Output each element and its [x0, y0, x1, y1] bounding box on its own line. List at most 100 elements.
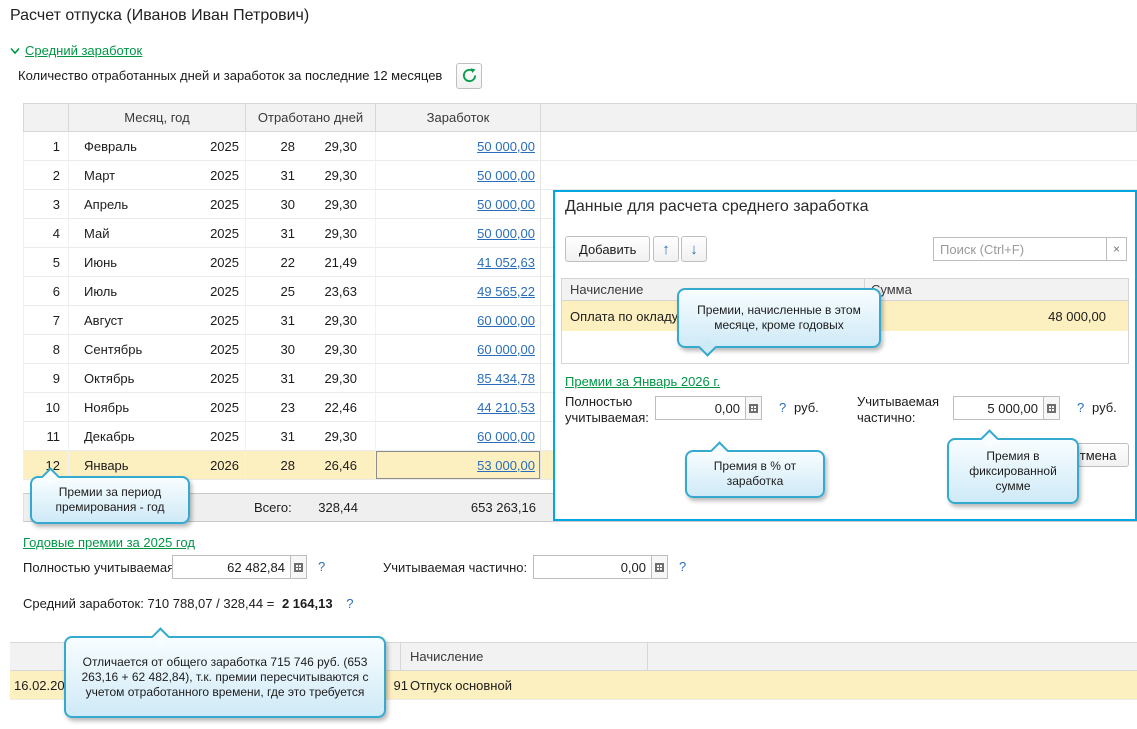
callout-premium-period: Премии за период премирования - год: [30, 467, 190, 524]
annual-partial-input[interactable]: [533, 555, 651, 579]
annual-premiums-link[interactable]: Годовые премии за 2025 год: [23, 535, 195, 550]
calculator-button[interactable]: [651, 555, 668, 579]
column-header-sum: Сумма: [864, 279, 1128, 300]
annual-partial-label: Учитываемая частично:: [383, 560, 528, 575]
earnings-link[interactable]: 50 000,00: [477, 226, 535, 241]
table-row[interactable]: 2 Март 2025 31 29,30 50 000,00: [23, 161, 1137, 190]
days-cell: 31: [280, 370, 295, 386]
coeff-cell: 29,30: [311, 335, 376, 363]
earnings-cell: 41 052,63: [376, 248, 541, 276]
column-header-worked-days: Отработано дней: [246, 104, 376, 131]
month-cell: Январь: [84, 457, 129, 473]
add-button[interactable]: Добавить: [565, 236, 651, 262]
earnings-link[interactable]: 44 210,53: [477, 400, 535, 415]
dialog-title: Данные для расчета среднего заработка: [565, 198, 869, 215]
days-cell: 31: [280, 225, 295, 241]
vacation-calculation-window: Расчет отпуска (Иванов Иван Петрович) Ср…: [0, 0, 1137, 729]
help-icon[interactable]: ?: [779, 400, 786, 415]
year-cell: 2026: [191, 451, 246, 479]
callout-text: Премии, начисленные в этом месяце, кроме…: [697, 303, 861, 332]
earnings-cell: 60 000,00: [376, 335, 541, 363]
average-earnings-text: Средний заработок: 710 788,07 / 328,44 =: [23, 596, 275, 611]
refresh-button[interactable]: [456, 62, 483, 89]
average-earnings-line: Средний заработок: 710 788,07 / 328,44 =…: [23, 596, 353, 611]
coeff-cell: 29,30: [311, 132, 376, 160]
earnings-link[interactable]: 60 000,00: [477, 342, 535, 357]
month-cell: Декабрь: [84, 428, 135, 444]
callout-tail: [151, 627, 170, 646]
search-input[interactable]: [933, 237, 1107, 261]
coeff-cell: 29,30: [311, 422, 376, 450]
row-number-cell: 10: [24, 393, 69, 421]
search-box: ×: [933, 237, 1127, 261]
row-number-cell: 11: [24, 422, 69, 450]
partially-counted-input[interactable]: [953, 396, 1043, 420]
days-cell: 22: [280, 254, 295, 270]
coeff-cell: 23,63: [311, 277, 376, 305]
row-filler: [541, 132, 1137, 160]
callout-percent-premium: Премия в % от заработка: [685, 441, 825, 498]
help-icon[interactable]: ?: [318, 559, 325, 574]
row-number-cell: 4: [24, 219, 69, 247]
earnings-cell: 60 000,00: [376, 306, 541, 334]
help-icon[interactable]: ?: [1077, 400, 1084, 415]
earnings-link[interactable]: 41 052,63: [477, 255, 535, 270]
calculator-button[interactable]: [745, 396, 762, 420]
avg-earnings-group-toggle[interactable]: Средний заработок: [10, 43, 142, 58]
currency-label: руб.: [794, 400, 819, 415]
coeff-cell: 29,30: [311, 161, 376, 189]
earnings-cell: 60 000,00: [376, 422, 541, 450]
page-title: Расчет отпуска (Иванов Иван Петрович): [10, 7, 310, 24]
earnings-cell: 50 000,00: [376, 190, 541, 218]
earnings-link[interactable]: 50 000,00: [477, 139, 535, 154]
worked-days-caption: Количество отработанных дней и заработок…: [18, 68, 443, 83]
days-cell: 31: [280, 428, 295, 444]
earnings-link[interactable]: 85 434,78: [477, 371, 535, 386]
month-cell: Сентябрь: [84, 341, 143, 357]
row-filler: [541, 161, 1137, 189]
coeff-cell: 29,30: [311, 219, 376, 247]
callout-tail: [710, 441, 729, 460]
days-cell: 30: [280, 341, 295, 357]
coeff-cell: 29,30: [311, 364, 376, 392]
table-row[interactable]: 1 Февраль 2025 28 29,30 50 000,00: [23, 132, 1137, 161]
monthly-premiums-link[interactable]: Премии за Январь 2026 г.: [565, 374, 720, 389]
year-cell: 2025: [191, 306, 246, 334]
earnings-link[interactable]: 60 000,00: [477, 313, 535, 328]
clear-search-button[interactable]: ×: [1107, 237, 1127, 261]
earnings-link[interactable]: 53 000,00: [477, 458, 535, 473]
calculator-button[interactable]: [290, 555, 307, 579]
earnings-link[interactable]: 60 000,00: [477, 429, 535, 444]
annual-fully-input[interactable]: [172, 555, 290, 579]
callout-text: Отличается от общего заработка 715 746 р…: [81, 654, 369, 699]
earnings-cell: 50 000,00: [376, 132, 541, 160]
move-down-button[interactable]: ↓: [681, 236, 707, 262]
calculator-button[interactable]: [1043, 396, 1060, 420]
earnings-link[interactable]: 50 000,00: [477, 197, 535, 212]
month-cell: Май: [84, 225, 110, 241]
avg-earnings-group-label: Средний заработок: [25, 43, 143, 58]
move-down-icon: ↓: [690, 240, 698, 258]
earnings-link[interactable]: 49 565,22: [477, 284, 535, 299]
days-cell: 28: [280, 457, 295, 473]
month-cell: Ноябрь: [84, 399, 130, 415]
help-icon[interactable]: ?: [679, 559, 686, 574]
annual-partial-field: [533, 555, 668, 579]
year-cell: 2025: [191, 335, 246, 363]
month-cell: Июль: [84, 283, 118, 299]
currency-label: руб.: [1092, 400, 1117, 415]
days-cell: 31: [280, 312, 295, 328]
year-cell: 2025: [191, 277, 246, 305]
fully-counted-label: Полностью учитываемая:: [565, 394, 649, 425]
vacation-accrual-cell: Отпуск основной: [410, 677, 512, 693]
callout-tail: [980, 429, 999, 448]
year-cell: 2025: [191, 422, 246, 450]
move-up-button[interactable]: ↑: [653, 236, 679, 262]
help-icon[interactable]: ?: [346, 596, 353, 611]
earnings-link[interactable]: 50 000,00: [477, 168, 535, 183]
fully-counted-input[interactable]: [655, 396, 745, 420]
column-divider: [647, 643, 648, 670]
year-cell: 2025: [191, 364, 246, 392]
row-number-cell: 1: [24, 132, 69, 160]
calculator-icon: [294, 562, 303, 572]
